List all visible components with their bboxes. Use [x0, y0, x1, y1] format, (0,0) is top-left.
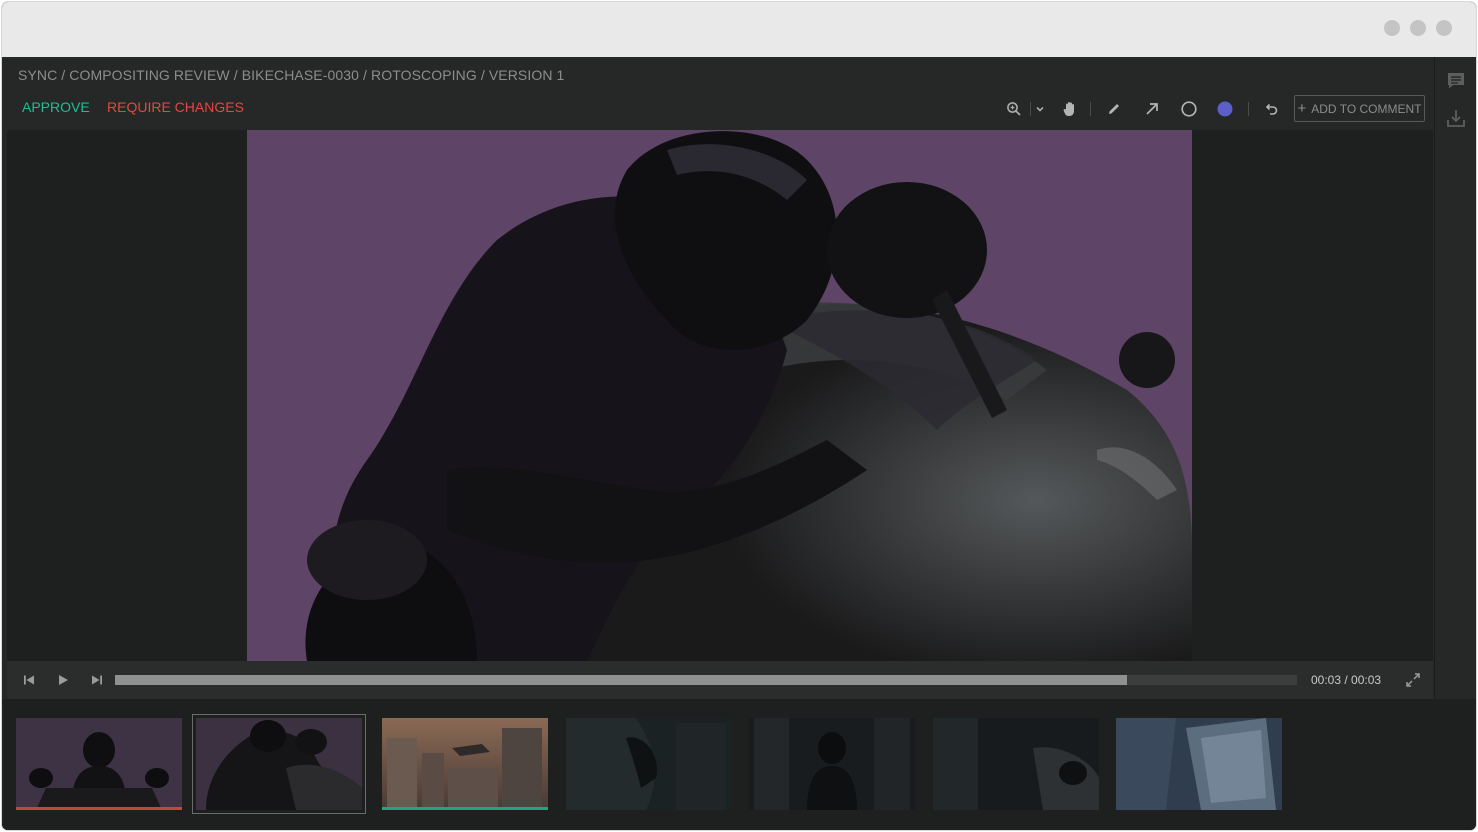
skyscraper-thumbnail-image — [1116, 718, 1282, 810]
plus-icon: + — [1297, 100, 1307, 117]
add-to-comment-label: ADD TO COMMENT — [1311, 101, 1422, 116]
version-filmstrip — [2, 699, 1476, 830]
hand-icon[interactable] — [1058, 95, 1082, 123]
play-icon[interactable] — [53, 670, 73, 690]
thumbnail[interactable] — [16, 718, 182, 810]
rider-front-thumbnail-image — [16, 718, 182, 810]
window-dot[interactable] — [1436, 20, 1452, 36]
chevron-down-icon[interactable] — [1028, 95, 1052, 123]
window-titlebar — [2, 2, 1476, 57]
night-street-thumbnail-image — [566, 718, 732, 810]
window-dot[interactable] — [1384, 20, 1400, 36]
app-window: SYNC / COMPOSITING REVIEW / BIKECHASE-00… — [2, 2, 1476, 830]
add-to-comment-button[interactable]: + ADD TO COMMENT — [1294, 95, 1425, 122]
timecode: 00:03 / 00:03 — [1311, 673, 1382, 687]
video-viewer[interactable] — [7, 130, 1433, 661]
thumbnail[interactable] — [933, 718, 1099, 810]
video-frame[interactable] — [247, 130, 1192, 661]
thumbnail[interactable] — [192, 714, 366, 814]
pencil-icon[interactable] — [1102, 95, 1126, 123]
undo-icon[interactable] — [1259, 95, 1283, 123]
arrow-icon[interactable] — [1140, 95, 1164, 123]
playback-controls: 00:03 / 00:03 — [7, 661, 1433, 699]
annotation-toolbar — [2, 95, 1476, 123]
rider-on-motorcycle-image — [247, 130, 1192, 661]
right-sidebar — [1434, 57, 1476, 697]
breadcrumb: SYNC / COMPOSITING REVIEW / BIKECHASE-00… — [18, 67, 565, 83]
status-bar — [16, 807, 182, 810]
night-city-bike-thumbnail-image — [933, 718, 1099, 810]
circle-icon[interactable] — [1177, 95, 1201, 123]
rider-side-thumbnail-image — [196, 718, 362, 810]
comment-icon[interactable] — [1443, 68, 1469, 94]
fullscreen-icon[interactable] — [1403, 670, 1423, 690]
night-rider-thumbnail-image — [749, 718, 915, 810]
timeline-progress — [115, 675, 1127, 685]
toolbar-divider — [1248, 102, 1249, 116]
city-aerial-thumbnail-image — [382, 718, 548, 810]
toolbar-divider — [1090, 102, 1091, 116]
review-app: SYNC / COMPOSITING REVIEW / BIKECHASE-00… — [2, 57, 1476, 830]
status-bar — [382, 807, 548, 810]
skip-back-icon[interactable] — [19, 670, 39, 690]
thumbnail[interactable] — [382, 718, 548, 810]
thumbnail[interactable] — [1116, 718, 1282, 810]
timeline-scrubber[interactable] — [115, 675, 1297, 685]
window-dot[interactable] — [1410, 20, 1426, 36]
color-swatch-icon[interactable] — [1213, 95, 1237, 123]
thumbnail[interactable] — [566, 718, 732, 810]
skip-forward-icon[interactable] — [87, 670, 107, 690]
zoom-in-icon[interactable] — [1002, 95, 1026, 123]
thumbnail[interactable] — [749, 718, 915, 810]
download-icon[interactable] — [1443, 105, 1469, 131]
